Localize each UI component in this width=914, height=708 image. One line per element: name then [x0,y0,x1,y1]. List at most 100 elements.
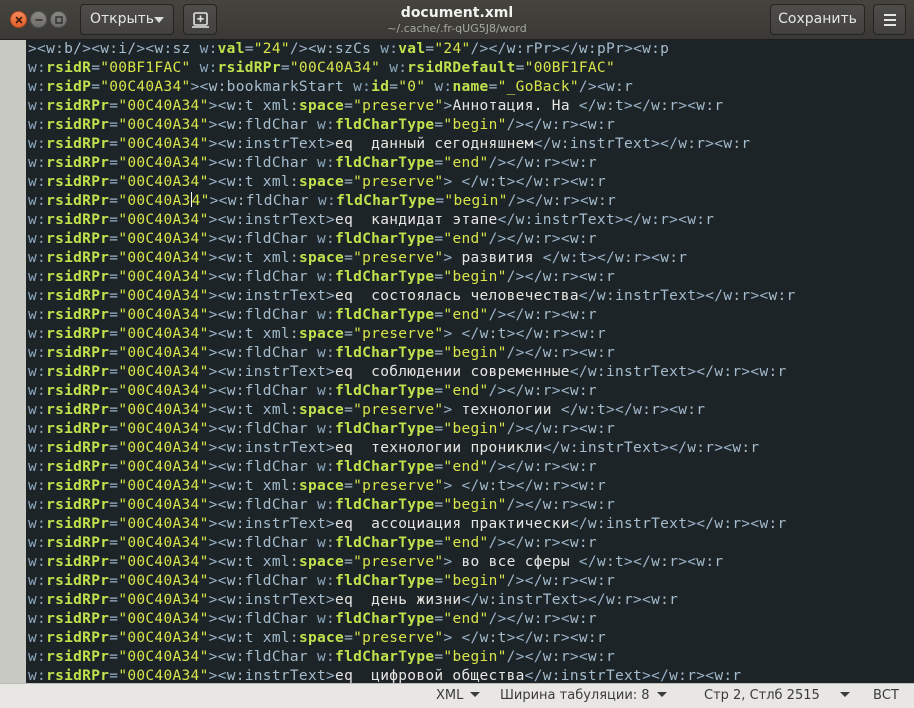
code-token: >< [208,611,227,627]
code-line[interactable]: w:rsidRPr="00C40A34"><w:instrText>eq асс… [26,515,914,534]
code-line[interactable]: ><w:b/><w:i/><w:sz w:val="24"/><w:szCs w… [26,40,914,59]
code-line[interactable]: w:rsidRPr="00C40A34"><w:t xml:space="pre… [26,553,914,572]
code-line[interactable]: w:rsidRPr="00C40A34"><w:fldChar w:fldCha… [26,230,914,249]
code-token: w: [317,535,336,551]
code-token: > [443,402,462,418]
code-token: rsidRPr [46,307,110,323]
code-token: >< [551,307,570,323]
code-line[interactable]: w:rsidRPr="00C40A34"><w:instrText>eq тех… [26,439,914,458]
code-token: w:r [587,269,616,285]
code-token: "00C40A34" [118,668,209,683]
code-token: w:fldChar [226,307,317,323]
open-file-button[interactable]: Открыть [80,4,174,35]
code-line[interactable]: w:rsidRPr="00C40A34"><w:t xml:space="pre… [26,249,914,268]
code-token: >< [741,364,760,380]
code-line[interactable]: w:rsidRPr="00C40A34"><w:t xml:space="pre… [26,173,914,192]
code-token: технологии [461,402,561,418]
code-line[interactable]: w:rsidRPr="00C40A34"><w:fldChar w:fldCha… [26,534,914,553]
code-token: w:r [569,231,597,247]
code-token: w:r [524,231,552,247]
code-token: w:r [533,326,561,342]
code-token: w:r [542,117,570,133]
code-line[interactable]: w:rsidRPr="00C40A34"><w:t xml:space="pre… [26,477,914,496]
code-token: >< [569,117,588,133]
code-line[interactable]: w:rsidRPr="00C40A34"><w:fldChar w:fldCha… [26,344,914,363]
code-line[interactable]: w:rsidRPr="00C40A34"><w:fldChar w:fldCha… [26,610,914,629]
minimize-icon [35,19,43,21]
code-token: w:r [723,288,751,304]
code-token: "00C40A34" [118,573,209,589]
minimize-window-button[interactable] [30,11,47,28]
maximize-window-button[interactable] [50,11,67,28]
tab-width-label: Ширина табуляции: 8 [500,688,650,703]
code-token: />< [289,41,317,57]
code-token: w:fldChar [226,573,317,589]
code-line[interactable]: w:rsidRPr="00C40A34"><w:t xml:space="pre… [26,325,914,344]
code-line[interactable]: w:rsidRPr="00C40A34"><w:fldChar w:fldCha… [26,192,914,211]
chevron-down-icon [470,692,481,697]
insert-mode-indicator[interactable]: ВСТ [873,684,899,708]
code-token: w:r [660,250,688,266]
code-token: w: [28,668,47,683]
cursor-position-selector[interactable]: Стр 2, Стлб 2515 [704,684,850,708]
code-token: >< [208,326,227,342]
language-selector[interactable]: XML [436,684,481,708]
tab-width-selector[interactable]: Ширина табуляции: 8 [500,684,667,708]
code-token: fldCharType [335,535,435,551]
code-line[interactable]: w:rsidP="00C40A34"><w:bookmarkStart w:id… [26,78,914,97]
code-token: rsidRPr [46,421,110,437]
code-line[interactable]: w:rsidR="00BF1FAC" w:rsidRPr="00C40A34" … [26,59,914,78]
code-token: eq технологии проникли [335,440,543,456]
code-line[interactable]: w:rsidRPr="00C40A34"><w:instrText>eq циф… [26,667,914,683]
code-token: "00C40A34" [118,383,209,399]
code-line[interactable]: w:rsidRPr="00C40A34"><w:t xml:space="pre… [26,629,914,648]
code-line[interactable]: w:rsidRPr="00C40A34"><w:instrText>eq дан… [26,135,914,154]
code-token: rsidRPr [46,554,110,570]
close-window-button[interactable] [10,11,27,28]
code-line[interactable]: w:rsidRPr="00C40A34"><w:fldChar w:fldCha… [26,420,914,439]
code-line[interactable]: w:rsidRPr="00C40A34"><w:t xml:space="pre… [26,401,914,420]
code-line[interactable]: w:rsidRPr="00C40A34"><w:fldChar w:fldCha… [26,496,914,515]
code-token: w:fldChar [226,649,317,665]
code-token: = [109,269,119,285]
code-token: "00C40A34" [118,326,209,342]
code-token: >< [208,231,227,247]
code-line[interactable]: w:rsidRPr="00C40A34"><w:fldChar w:fldCha… [26,306,914,325]
code-token: w: [28,174,47,190]
code-token: w:sz [154,41,200,57]
code-token: >< [660,402,679,418]
code-token: w:fldChar [226,421,317,437]
code-line[interactable]: w:rsidRPr="00C40A34"><w:fldChar w:fldCha… [26,382,914,401]
code-line[interactable]: w:rsidRPr="00C40A34"><w:instrText>eq кан… [26,211,914,230]
main-menu-button[interactable] [873,4,906,35]
code-line[interactable]: w:rsidRPr="00C40A34"><w:instrText>eq ден… [26,591,914,610]
code-line[interactable]: w:rsidRPr="00C40A34"><w:t xml:space="pre… [26,97,914,116]
code-token: />< [578,79,606,95]
text-view[interactable]: ><w:b/><w:i/><w:sz w:val="24"/><w:szCs w… [26,40,914,683]
code-token: > [326,364,336,380]
code-token: "end" [443,611,489,627]
code-line[interactable]: w:rsidRPr="00C40A34"><w:fldChar w:fldCha… [26,572,914,591]
code-token: "00C40A34" [118,345,209,361]
code-token: w:r [732,440,760,456]
code-token: >< [569,573,588,589]
window-title: document.xml [400,5,514,21]
new-tab-button[interactable] [183,4,217,35]
code-line[interactable]: w:rsidRPr="00C40A34"><w:instrText>eq соб… [26,363,914,382]
code-token: >< [696,668,715,683]
code-token: </ [560,402,579,418]
save-button[interactable]: Сохранить [770,4,865,35]
gedit-window: Открыть document.xml ~/.cache/.fr-qUG5J8… [0,0,914,708]
code-line[interactable]: w:rsidRPr="00C40A34"><w:fldChar w:fldCha… [26,458,914,477]
code-line[interactable]: w:rsidRPr="00C40A34"><w:fldChar w:fldCha… [26,648,914,667]
code-line[interactable]: w:rsidRPr="00C40A34"><w:instrText>eq сос… [26,287,914,306]
code-line[interactable]: w:rsidRPr="00C40A34"><w:fldChar w:fldCha… [26,154,914,173]
code-token: w:instrText [515,212,615,228]
code-token: /></ [470,41,507,57]
code-line[interactable]: w:rsidRPr="00C40A34"><w:fldChar w:fldCha… [26,268,914,287]
code-token: w: [28,554,47,570]
code-line[interactable]: w:rsidRPr="00C40A34"><w:fldChar w:fldCha… [26,116,914,135]
code-token: "00C40A34" [118,117,209,133]
code-token: "preserve" [353,402,444,418]
code-token: w: [28,79,47,95]
